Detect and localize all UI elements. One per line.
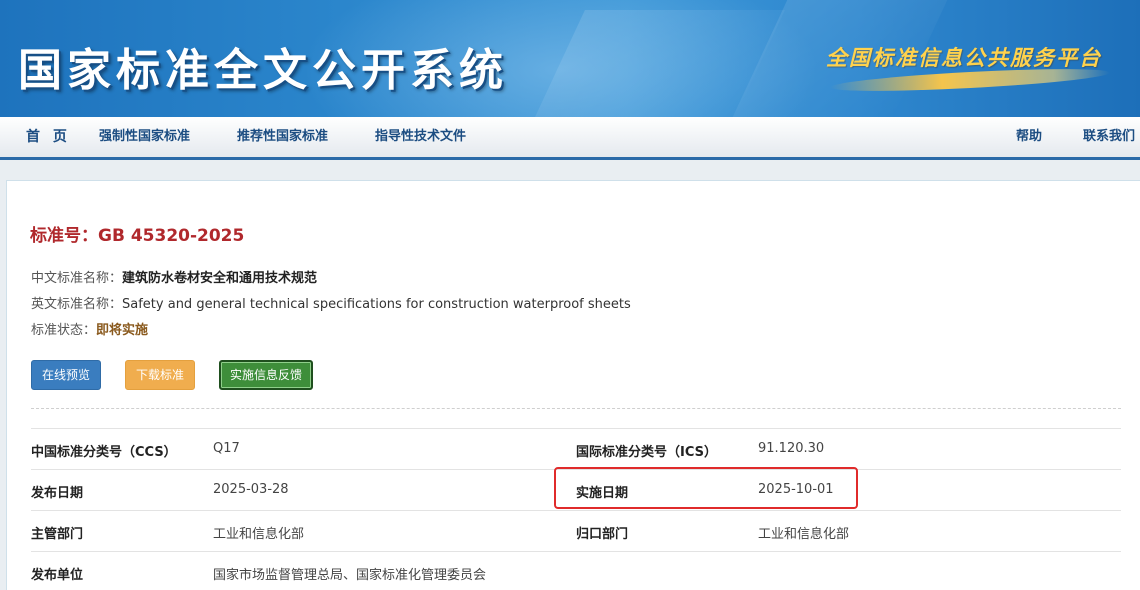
row-divider: [31, 551, 1121, 552]
row-divider: [31, 428, 1121, 429]
en-name-label: 英文标准名称：: [31, 297, 123, 312]
status-row: 标准状态：即将实施: [31, 319, 148, 338]
cn-name-label: 中文标准名称：: [31, 271, 123, 286]
nav-mandatory-standards[interactable]: 强制性国家标准: [99, 117, 190, 157]
issuer-value: 国家市场监督管理总局、国家标准化管理委员会: [213, 568, 487, 583]
standard-number-label: 标准号：: [30, 226, 98, 246]
publish-date-value: 2025-03-28: [213, 482, 289, 497]
centralized-dept-value: 工业和信息化部: [758, 527, 850, 542]
implement-date-highlight: [554, 467, 858, 509]
en-name-value: Safety and general technical specificati…: [122, 297, 631, 312]
nav-home[interactable]: 首 页: [26, 117, 71, 157]
nav-help[interactable]: 帮助: [1016, 117, 1042, 157]
row-divider: [31, 510, 1121, 511]
nav-contact-us[interactable]: 联系我们: [1083, 117, 1135, 157]
download-standard-button[interactable]: 下载标准: [125, 360, 195, 390]
header-banner: 国家标准全文公开系统 全国标准信息公共服务平台: [0, 0, 1140, 117]
ics-value: 91.120.30: [758, 441, 825, 456]
cn-name-row: 中文标准名称：建筑防水卷材安全和通用技术规范: [31, 267, 317, 286]
main-nav: 首 页 强制性国家标准 推荐性国家标准 指导性技术文件 帮助 联系我们: [0, 117, 1140, 160]
centralized-dept-label: 归口部门: [576, 527, 629, 542]
ics-label: 国际标准分类号（ICS）: [576, 445, 717, 460]
dashed-divider: [31, 408, 1121, 409]
en-name-row: 英文标准名称：Safety and general technical spec…: [31, 293, 631, 312]
nav-recommended-standards[interactable]: 推荐性国家标准: [237, 117, 328, 157]
ccs-label: 中国标准分类号（CCS）: [31, 445, 177, 460]
publish-date-label: 发布日期: [31, 486, 84, 501]
status-value: 即将实施: [96, 323, 149, 338]
ccs-value: Q17: [213, 441, 240, 456]
site-slogan: 全国标准信息公共服务平台: [826, 45, 1102, 70]
implementation-feedback-button[interactable]: 实施信息反馈: [219, 360, 313, 390]
online-preview-button[interactable]: 在线预览: [31, 360, 101, 390]
cn-name-value: 建筑防水卷材安全和通用技术规范: [122, 271, 318, 286]
competent-dept-label: 主管部门: [31, 527, 84, 542]
issuer-label: 发布单位: [31, 568, 84, 583]
standard-detail-panel: 标准号：GB 45320-2025 中文标准名称：建筑防水卷材安全和通用技术规范…: [6, 180, 1140, 590]
status-label: 标准状态：: [31, 323, 97, 338]
nav-guidance-documents[interactable]: 指导性技术文件: [375, 117, 466, 157]
competent-dept-value: 工业和信息化部: [213, 527, 305, 542]
standard-number: GB 45320-2025: [98, 226, 245, 246]
site-title: 国家标准全文公开系统: [18, 45, 508, 96]
standard-number-heading: 标准号：GB 45320-2025: [30, 221, 244, 246]
